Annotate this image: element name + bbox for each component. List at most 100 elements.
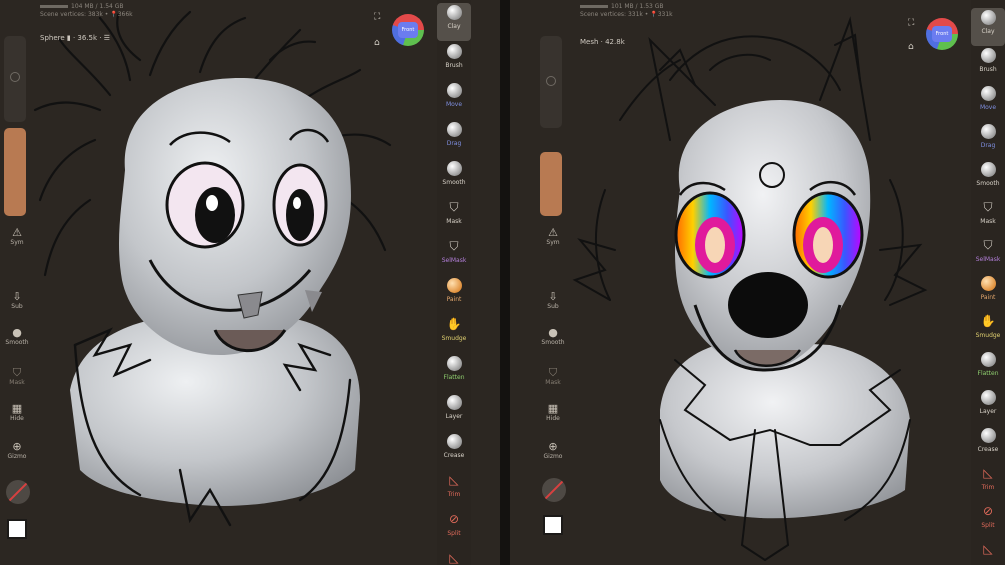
- sym-button[interactable]: ⚠ Sym: [4, 226, 30, 246]
- clay-icon: [980, 10, 996, 25]
- left-toolbar: ⚠ Sym ⇩ Sub ● Smooth ⛉ Mask ▦ Hide ⊕ Gizmo: [4, 0, 30, 565]
- tool-layer[interactable]: Layer: [437, 393, 471, 431]
- color-swatch[interactable]: [543, 515, 563, 535]
- tool-palette: Clay Brush Move Drag Smooth ⛉ Mask ⛉ SelMa…: [437, 0, 471, 565]
- tool-crease[interactable]: Crease: [971, 426, 1005, 464]
- sub-icon: ⇩: [548, 290, 558, 303]
- tool-brush[interactable]: Brush: [437, 42, 471, 80]
- tool-smooth[interactable]: Smooth: [971, 160, 1005, 198]
- tool-clay[interactable]: Clay: [971, 8, 1005, 46]
- trim-icon: ◺: [449, 473, 459, 487]
- intensity-slider[interactable]: [540, 152, 562, 216]
- tool-more[interactable]: ◺: [437, 549, 471, 565]
- smudge-icon: ✋: [980, 314, 996, 328]
- tool-selmask[interactable]: ⛉ SelMask: [971, 236, 1005, 274]
- move-icon: [980, 86, 996, 101]
- mask-icon: ⛉: [12, 366, 22, 379]
- hide-icon: ▦: [11, 402, 23, 415]
- tool-trim[interactable]: ◺ Trim: [437, 471, 471, 509]
- mesh-info[interactable]: Mesh · 42.8k: [580, 38, 625, 46]
- mask-tool-icon: ⛉: [983, 200, 993, 214]
- hide-icon: ▦: [547, 402, 559, 415]
- mask-button[interactable]: ⛉ Mask: [4, 366, 30, 386]
- sub-icon: ⇩: [12, 290, 22, 303]
- no-color-swatch[interactable]: [6, 480, 30, 504]
- hide-button[interactable]: ▦ Hide: [540, 402, 566, 422]
- tool-selmask[interactable]: ⛉ SelMask: [437, 237, 471, 275]
- tool-split[interactable]: ⊘ Split: [437, 510, 471, 548]
- tool-trim[interactable]: ◺ Trim: [971, 464, 1005, 502]
- view-gizmo[interactable]: Front: [926, 18, 958, 50]
- more-tools-icon: ◺: [449, 551, 459, 565]
- left-toolbar: ⚠ Sym ⇩ Sub ● Smooth ⛉ Mask ▦ Hide ⊕ Gizmo: [540, 0, 566, 565]
- brush-icon: [980, 48, 996, 63]
- tool-smudge[interactable]: ✋ Smudge: [971, 312, 1005, 350]
- tool-palette: Clay Brush Move Drag Smooth ⛉ Mask ⛉ SelMa…: [971, 0, 1005, 565]
- left-app-window: 104 MB / 1.54 GB Scene vertices: 383k • …: [0, 0, 500, 565]
- tool-mask[interactable]: ⛉ Mask: [971, 198, 1005, 236]
- home-icon[interactable]: ⌂: [374, 38, 380, 48]
- sym-button[interactable]: ⚠ Sym: [540, 226, 566, 246]
- color-swatch[interactable]: [7, 519, 27, 539]
- gizmo-button[interactable]: ⊕ Gizmo: [4, 440, 30, 460]
- scene-vertices: Scene vertices: 383k • 📍366k: [40, 11, 133, 18]
- mask-button[interactable]: ⛉ Mask: [540, 366, 566, 386]
- tool-clay[interactable]: Clay: [437, 3, 471, 41]
- gizmo-face-label: Front: [932, 26, 952, 42]
- selmask-icon: ⛉: [449, 239, 459, 253]
- memory-stats: 104 MB / 1.54 GB Scene vertices: 383k • …: [40, 3, 133, 19]
- smooth-button[interactable]: ● Smooth: [540, 326, 566, 346]
- mesh-info[interactable]: Sphere ▮ · 36.5k · ☰: [40, 34, 110, 42]
- tool-move[interactable]: Move: [971, 84, 1005, 122]
- gizmo-face-label: Front: [398, 22, 418, 38]
- right-app-window: 101 MB / 1.53 GB Scene vertices: 331k • …: [510, 0, 1005, 565]
- gizmo-icon: ⊕: [548, 440, 558, 453]
- hide-button[interactable]: ▦ Hide: [4, 402, 30, 422]
- smooth-button[interactable]: ● Smooth: [4, 326, 30, 346]
- sculpt-viewport[interactable]: [0, 0, 500, 565]
- split-divider: [500, 0, 510, 565]
- sym-icon: ⚠: [548, 226, 558, 239]
- crease-icon: [446, 434, 462, 449]
- tool-smudge[interactable]: ✋ Smudge: [437, 315, 471, 353]
- home-icon[interactable]: ⌂: [908, 42, 914, 52]
- tool-more[interactable]: ◺: [971, 540, 1005, 565]
- mask-tool-icon: ⛉: [449, 200, 459, 214]
- tool-paint[interactable]: Paint: [437, 276, 471, 314]
- layer-icon: [446, 395, 462, 410]
- tool-mask[interactable]: ⛉ Mask: [437, 198, 471, 236]
- tool-move[interactable]: Move: [437, 81, 471, 119]
- tool-flatten[interactable]: Flatten: [971, 350, 1005, 388]
- memory-usage: 104 MB / 1.54 GB: [71, 3, 124, 10]
- memory-usage: 101 MB / 1.53 GB: [611, 3, 664, 10]
- intensity-slider[interactable]: [4, 128, 26, 216]
- drag-icon: [980, 124, 996, 139]
- radius-slider[interactable]: [540, 36, 562, 128]
- radius-icon: [10, 72, 20, 82]
- fullscreen-icon[interactable]: ⛶: [908, 18, 914, 28]
- tool-crease[interactable]: Crease: [437, 432, 471, 470]
- brush-icon: [446, 44, 462, 59]
- tool-smooth[interactable]: Smooth: [437, 159, 471, 197]
- selmask-icon: ⛉: [983, 238, 993, 252]
- fullscreen-icon[interactable]: ⛶: [374, 12, 380, 22]
- no-color-swatch[interactable]: [542, 478, 566, 502]
- tool-drag[interactable]: Drag: [971, 122, 1005, 160]
- radius-slider[interactable]: [4, 36, 26, 122]
- scene-vertices: Scene vertices: 331k • 📍331k: [580, 11, 673, 18]
- tool-layer[interactable]: Layer: [971, 388, 1005, 426]
- view-gizmo[interactable]: Front: [392, 14, 424, 46]
- tool-paint[interactable]: Paint: [971, 274, 1005, 312]
- tool-flatten[interactable]: Flatten: [437, 354, 471, 392]
- radius-icon: [546, 76, 556, 86]
- smudge-icon: ✋: [446, 317, 462, 331]
- smooth-icon: ●: [548, 326, 558, 339]
- tool-brush[interactable]: Brush: [971, 46, 1005, 84]
- gizmo-button[interactable]: ⊕ Gizmo: [540, 440, 566, 460]
- crease-icon: [980, 428, 996, 443]
- tool-split[interactable]: ⊘ Split: [971, 502, 1005, 540]
- sculpt-viewport[interactable]: [510, 0, 1005, 565]
- sub-button[interactable]: ⇩ Sub: [540, 290, 566, 310]
- sub-button[interactable]: ⇩ Sub: [4, 290, 30, 310]
- tool-drag[interactable]: Drag: [437, 120, 471, 158]
